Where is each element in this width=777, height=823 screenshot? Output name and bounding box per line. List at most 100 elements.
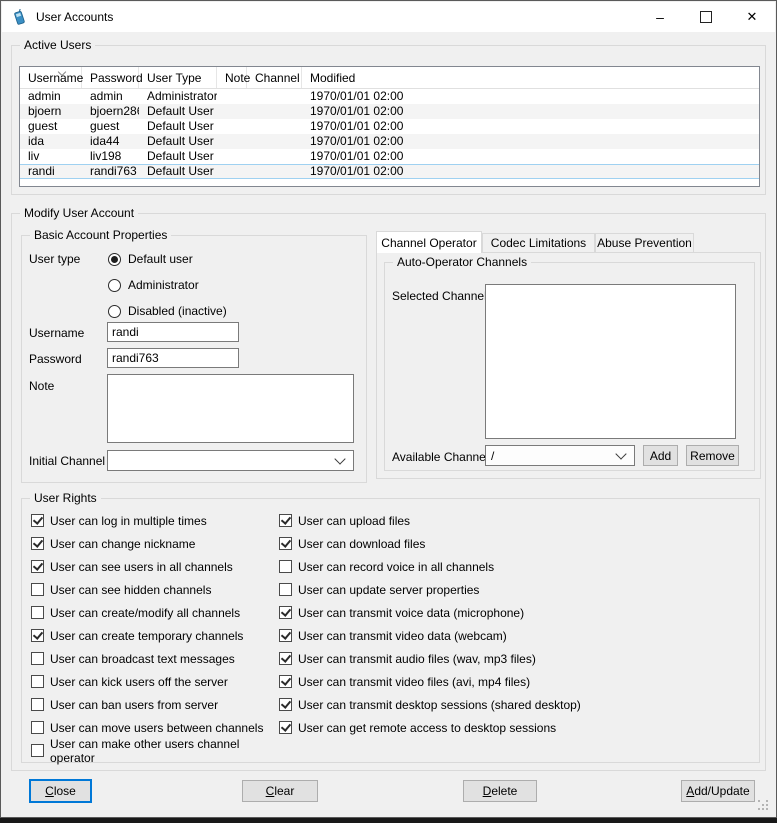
initial-channel-combobox[interactable] <box>107 450 354 471</box>
checkbox-icon[interactable] <box>279 560 292 573</box>
cell-username: admin <box>20 89 82 104</box>
right-checkbox-row[interactable]: User can transmit video files (avi, mp4 … <box>279 670 749 693</box>
remove-button[interactable]: Remove <box>686 445 739 466</box>
cell-modified: 1970/01/01 02:00 <box>302 89 759 104</box>
checkbox-icon[interactable] <box>31 606 44 619</box>
right-checkbox-row[interactable]: User can transmit video data (webcam) <box>279 624 749 647</box>
cell-modified: 1970/01/01 02:00 <box>302 164 759 179</box>
tab[interactable]: Abuse Prevention <box>595 233 694 252</box>
checkbox-icon[interactable] <box>279 629 292 642</box>
cell-note <box>217 104 247 119</box>
clear-button[interactable]: Clear <box>242 780 318 802</box>
checkbox-label: User can create/modify all channels <box>50 606 240 620</box>
radio-option[interactable]: Disabled (inactive) <box>108 298 227 324</box>
right-checkbox-row[interactable]: User can make other users channel operat… <box>31 739 276 762</box>
title-bar[interactable]: User Accounts – ✕ <box>2 2 775 32</box>
checkbox-icon[interactable] <box>31 514 44 527</box>
cell-password: bjoern286 <box>82 104 139 119</box>
right-checkbox-row[interactable]: User can upload files <box>279 509 749 532</box>
right-checkbox-row[interactable]: User can transmit voice data (microphone… <box>279 601 749 624</box>
minimize-button[interactable]: – <box>637 2 683 32</box>
tab-label: Codec Limitations <box>491 236 586 250</box>
right-checkbox-row[interactable]: User can see users in all channels <box>31 555 276 578</box>
checkbox-icon[interactable] <box>31 560 44 573</box>
right-checkbox-row[interactable]: User can create temporary channels <box>31 624 276 647</box>
right-checkbox-row[interactable]: User can transmit audio files (wav, mp3 … <box>279 647 749 670</box>
username-field[interactable] <box>107 322 239 342</box>
tab[interactable]: Codec Limitations <box>482 233 595 252</box>
right-checkbox-row[interactable]: User can record voice in all channels <box>279 555 749 578</box>
maximize-button[interactable] <box>683 2 729 32</box>
right-checkbox-row[interactable]: User can see hidden channels <box>31 578 276 601</box>
table-row[interactable]: bjoern bjoern286 Default User 1970/01/01… <box>20 104 759 119</box>
close-button[interactable]: Close <box>29 779 92 803</box>
radio-icon[interactable] <box>108 305 121 318</box>
right-checkbox-row[interactable]: User can broadcast text messages <box>31 647 276 670</box>
right-checkbox-row[interactable]: User can kick users off the server <box>31 670 276 693</box>
right-checkbox-row[interactable]: User can change nickname <box>31 532 276 555</box>
user-type-label: User type <box>29 252 80 266</box>
cell-channel <box>247 89 302 104</box>
checkbox-icon[interactable] <box>31 652 44 665</box>
right-checkbox-row[interactable]: User can update server properties <box>279 578 749 601</box>
checkbox-icon[interactable] <box>279 514 292 527</box>
add-button[interactable]: Add <box>643 445 678 466</box>
checkbox-icon[interactable] <box>279 606 292 619</box>
table-row[interactable]: liv liv198 Default User 1970/01/01 02:00 <box>20 149 759 164</box>
tab[interactable]: Channel Operator <box>376 231 482 253</box>
checkbox-icon[interactable] <box>31 721 44 734</box>
selected-channels-label: Selected Channels <box>392 289 493 303</box>
checkbox-icon[interactable] <box>31 675 44 688</box>
radio-option[interactable]: Default user <box>108 246 227 272</box>
column-header-password[interactable]: Password <box>82 67 139 88</box>
note-field[interactable] <box>107 374 354 443</box>
column-header-modified[interactable]: Modified <box>302 67 759 88</box>
checkbox-icon[interactable] <box>31 583 44 596</box>
resize-grip[interactable] <box>758 800 770 812</box>
radio-icon[interactable] <box>108 253 121 266</box>
column-header-usertype[interactable]: User Type <box>139 67 217 88</box>
checkbox-icon[interactable] <box>279 675 292 688</box>
cell-password: guest <box>82 119 139 134</box>
checkbox-icon[interactable] <box>279 698 292 711</box>
selected-channels-listbox[interactable] <box>485 284 736 439</box>
active-users-table[interactable]: Username Password User Type Note Channel… <box>19 66 760 187</box>
cell-note <box>217 164 247 179</box>
column-header-username[interactable]: Username <box>20 67 82 88</box>
column-header-channel[interactable]: Channel <box>247 67 302 88</box>
radio-icon[interactable] <box>108 279 121 292</box>
radio-option[interactable]: Administrator <box>108 272 227 298</box>
table-row[interactable]: ida ida44 Default User 1970/01/01 02:00 <box>20 134 759 149</box>
checkbox-label: User can create temporary channels <box>50 629 243 643</box>
checkbox-icon[interactable] <box>279 537 292 550</box>
checkbox-icon[interactable] <box>31 629 44 642</box>
right-checkbox-row[interactable]: User can log in multiple times <box>31 509 276 532</box>
checkbox-icon[interactable] <box>279 652 292 665</box>
checkbox-label: User can make other users channel operat… <box>50 737 276 765</box>
radio-label: Default user <box>128 252 193 266</box>
note-label: Note <box>29 379 54 393</box>
password-field[interactable] <box>107 348 239 368</box>
checkbox-icon[interactable] <box>279 583 292 596</box>
right-checkbox-row[interactable]: User can get remote access to desktop se… <box>279 716 749 739</box>
right-checkbox-row[interactable]: User can ban users from server <box>31 693 276 716</box>
right-checkbox-row[interactable]: User can create/modify all channels <box>31 601 276 624</box>
table-row[interactable]: admin admin Administrator 1970/01/01 02:… <box>20 89 759 104</box>
app-icon <box>12 9 27 26</box>
checkbox-icon[interactable] <box>31 698 44 711</box>
cell-username: bjoern <box>20 104 82 119</box>
checkbox-icon[interactable] <box>31 744 44 757</box>
available-channels-combobox[interactable]: / <box>485 445 635 466</box>
right-checkbox-row[interactable]: User can download files <box>279 532 749 555</box>
checkbox-icon[interactable] <box>279 721 292 734</box>
delete-button[interactable]: Delete <box>463 780 537 802</box>
column-header-note[interactable]: Note <box>217 67 247 88</box>
checkbox-icon[interactable] <box>31 537 44 550</box>
table-row[interactable]: guest guest Default User 1970/01/01 02:0… <box>20 119 759 134</box>
tab-label: Abuse Prevention <box>597 236 692 250</box>
add-update-button[interactable]: Add/Update <box>681 780 755 802</box>
table-row[interactable]: randi randi763 Default User 1970/01/01 0… <box>20 164 759 179</box>
cell-usertype: Default User <box>139 164 217 179</box>
close-window-button[interactable]: ✕ <box>729 2 775 32</box>
right-checkbox-row[interactable]: User can transmit desktop sessions (shar… <box>279 693 749 716</box>
